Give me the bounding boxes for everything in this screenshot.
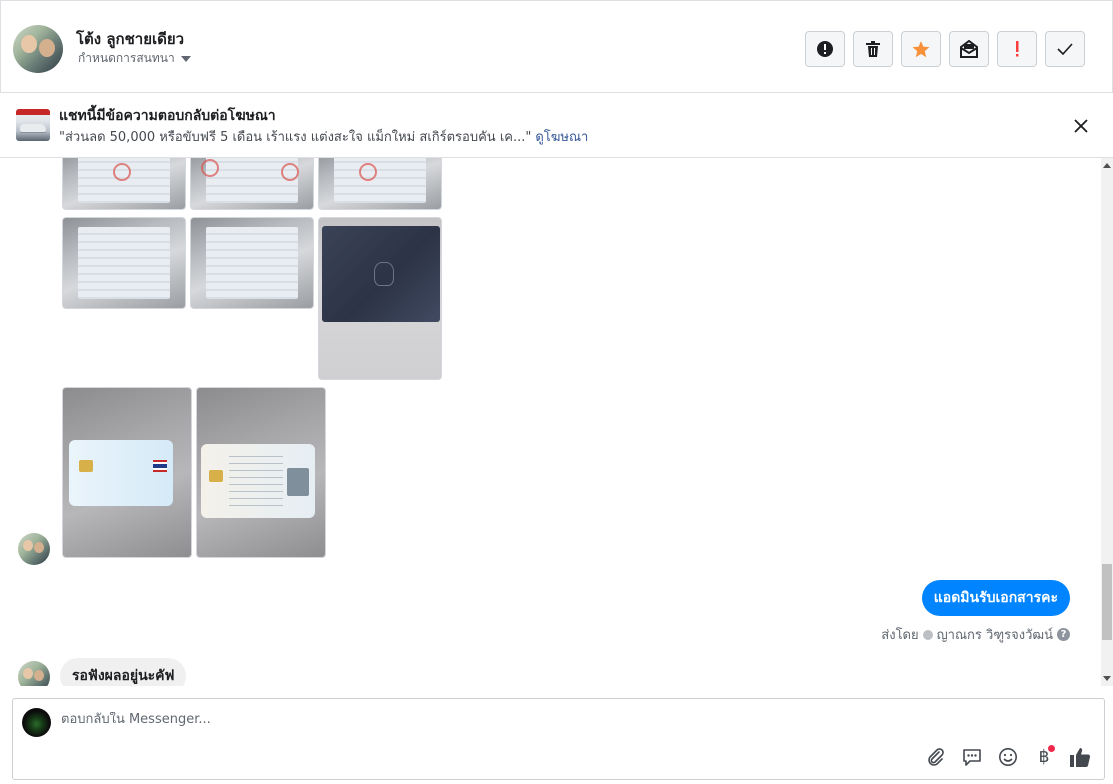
photo-attachment[interactable] [62, 217, 186, 309]
star-icon [912, 40, 930, 57]
payment-button[interactable]: ฿ [1032, 745, 1056, 769]
notification-dot [1048, 745, 1055, 752]
ad-thumbnail[interactable] [16, 109, 50, 141]
done-button[interactable] [1045, 31, 1085, 67]
sent-by-prefix: ส่งโดย [881, 628, 919, 643]
photo-attachment[interactable] [62, 158, 186, 210]
close-banner-button[interactable] [1070, 115, 1092, 137]
photo-attachment[interactable] [190, 158, 314, 210]
verified-check-icon [922, 629, 933, 640]
reply-input[interactable] [61, 712, 761, 727]
help-icon[interactable]: ? [1057, 628, 1070, 641]
page-avatar [22, 708, 51, 737]
star-button[interactable] [901, 31, 941, 67]
scrollbar-thumb[interactable] [1102, 564, 1112, 640]
sent-by-name: ญาณกร วิฑูรจงวัฒน์ [936, 628, 1053, 643]
trash-icon [866, 40, 880, 57]
sender-avatar[interactable] [18, 533, 50, 565]
contact-name[interactable]: โต้ง ลูกชายเดียว [76, 27, 184, 51]
caret-down-icon [180, 55, 191, 62]
sent-by-line: ส่งโดย ญาณกร วิฑูรจงวัฒน์ ? [881, 624, 1070, 645]
mark-unread-button[interactable] [949, 31, 989, 67]
alert-circle-icon [817, 41, 833, 57]
check-icon [1057, 43, 1073, 55]
conversation-label-dropdown[interactable]: กำหนดการสนทนา [78, 49, 191, 68]
delete-button[interactable] [853, 31, 893, 67]
contact-avatar[interactable] [13, 25, 63, 73]
thread-scrollbar[interactable] [1101, 158, 1113, 686]
saved-replies-button[interactable] [960, 745, 984, 769]
conversation-header: โต้ง ลูกชายเดียว กำหนดการสนทนา [0, 0, 1113, 93]
thumbs-up-icon [1070, 748, 1091, 767]
scroll-up-arrow-icon[interactable] [1103, 163, 1111, 168]
close-icon [1074, 119, 1088, 133]
photo-attachment[interactable] [196, 387, 326, 558]
view-ad-link[interactable]: ดูโฆษณา [535, 130, 588, 145]
important-button[interactable] [997, 31, 1037, 67]
attach-button[interactable] [924, 745, 948, 769]
photo-attachment[interactable] [318, 217, 442, 380]
reply-composer: ฿ [12, 698, 1105, 780]
header-actions [805, 31, 1085, 67]
scroll-down-arrow-icon[interactable] [1103, 676, 1111, 681]
photo-attachment[interactable] [62, 387, 192, 558]
ad-quote: "ส่วนลด 50,000 หรือขับฟรี 5 เดือน เร้าแร… [59, 130, 532, 145]
smiley-icon [999, 748, 1017, 766]
photo-attachment[interactable] [318, 158, 442, 210]
chat-bubble-icon [963, 749, 981, 766]
conversation-label-text: กำหนดการสนทนา [78, 51, 175, 65]
ad-reply-banner: แชทนี้มีข้อความตอบกลับต่อโฆษณา "ส่วนลด 5… [0, 93, 1113, 158]
spam-button[interactable] [805, 31, 845, 67]
sender-avatar[interactable] [18, 661, 50, 686]
incoming-message-bubble[interactable]: รอฟังผลอยู่นะคัฟ [60, 658, 187, 686]
emoji-button[interactable] [996, 745, 1020, 769]
paperclip-icon [928, 748, 944, 766]
ad-banner-title: แชทนี้มีข้อความตอบกลับต่อโฆษณา [59, 108, 276, 124]
like-button[interactable] [1068, 745, 1092, 769]
ad-banner-description: "ส่วนลด 50,000 หรือขับฟรี 5 เดือน เร้าแร… [59, 126, 588, 147]
exclamation-icon [1016, 41, 1019, 57]
envelope-open-icon [960, 40, 978, 58]
photo-attachment[interactable] [190, 217, 314, 309]
outgoing-message-bubble[interactable]: แอดมินรับเอกสารคะ [921, 580, 1070, 616]
message-thread[interactable]: แอดมินรับเอกสารคะ ส่งโดย ญาณกร วิฑูรจงวั… [0, 158, 1101, 686]
composer-toolbar: ฿ [924, 745, 1092, 769]
